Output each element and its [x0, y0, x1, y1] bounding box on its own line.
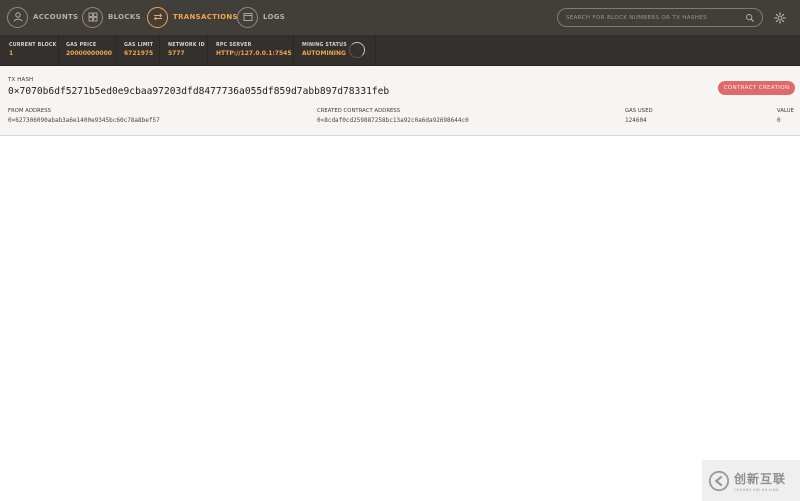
stat-network-id: NETWORK ID 5777 [160, 35, 208, 66]
gear-icon[interactable] [773, 11, 787, 25]
blocks-icon [82, 6, 103, 28]
stat-rpc-server: RPC SERVER HTTP://127.0.0.1:7545 [208, 35, 294, 66]
nav-transactions[interactable]: TRANSACTIONS [147, 6, 238, 28]
value-value: 0 [777, 117, 781, 124]
stat-gas-limit: GAS LIMIT 6721975 [117, 35, 160, 66]
account-icon [7, 6, 28, 28]
stat-label: RPC SERVER [216, 43, 252, 48]
stat-label: NETWORK ID [168, 43, 205, 48]
gas-used-label: GAS USED [625, 108, 653, 114]
transaction-row[interactable]: TX HASH 0×7070b6df5271b5ed0e9cbaa97203df… [0, 66, 800, 136]
nav-blocks[interactable]: BLOCKS [82, 6, 141, 28]
mining-spinner-icon [349, 42, 365, 58]
logs-icon [237, 6, 258, 28]
stat-label: CURRENT BLOCK [9, 43, 57, 48]
watermark-cn: 创新互联 [734, 471, 787, 486]
watermark-en: CHUANG XIN HU LIAN [734, 487, 779, 492]
status-bar: CURRENT BLOCK 1 GAS PRICE 20000000000 GA… [0, 35, 800, 66]
nav-accounts-label: ACCOUNTS [33, 13, 79, 21]
tx-hash-label: TX HASH [8, 77, 34, 83]
search-box [557, 8, 763, 27]
from-address: 0×627306090abab3a6e1400e9345bc60c78a8bef… [8, 117, 160, 124]
contract-creation-badge: CONTRACT CREATION [718, 81, 795, 95]
search-icon[interactable] [743, 11, 757, 25]
stat-label: GAS PRICE [66, 43, 97, 48]
stat-current-block: CURRENT BLOCK 1 [0, 35, 59, 66]
created-contract-address: 0×8cdaf0cd259887258bc13a92c0a6da92698644… [317, 117, 469, 124]
nav-logs[interactable]: LOGS [237, 6, 285, 28]
nav-accounts[interactable]: ACCOUNTS [7, 6, 78, 28]
nav-transactions-label: TRANSACTIONS [173, 13, 238, 21]
top-navigation: ACCOUNTS BLOCKS TRANSACTIONS LOGS [0, 0, 800, 35]
created-contract-label: CREATED CONTRACT ADDRESS [317, 108, 401, 114]
watermark-logo-icon [708, 470, 730, 491]
search-input[interactable] [566, 14, 743, 21]
nav-blocks-label: BLOCKS [108, 13, 141, 21]
stat-label: GAS LIMIT [124, 43, 154, 48]
gas-used-value: 124604 [625, 117, 647, 124]
stat-value: HTTP://127.0.0.1:7545 [216, 50, 292, 57]
watermark: 创新互联 CHUANG XIN HU LIAN [702, 460, 800, 501]
stat-value: 1 [9, 50, 14, 57]
stat-value: 5777 [168, 50, 185, 57]
stat-value: 20000000000 [66, 50, 112, 57]
nav-logs-label: LOGS [263, 13, 286, 21]
watermark-text: 创新互联 CHUANG XIN HU LIAN [734, 470, 786, 492]
tx-hash: 0×7070b6df5271b5ed0e9cbaa97203dfd8477736… [8, 86, 390, 97]
stat-gas-price: GAS PRICE 20000000000 [59, 35, 117, 66]
transactions-icon [147, 6, 168, 28]
stat-value: 6721975 [124, 50, 154, 57]
from-address-label: FROM ADDRESS [8, 108, 52, 114]
value-label: VALUE [777, 108, 794, 114]
